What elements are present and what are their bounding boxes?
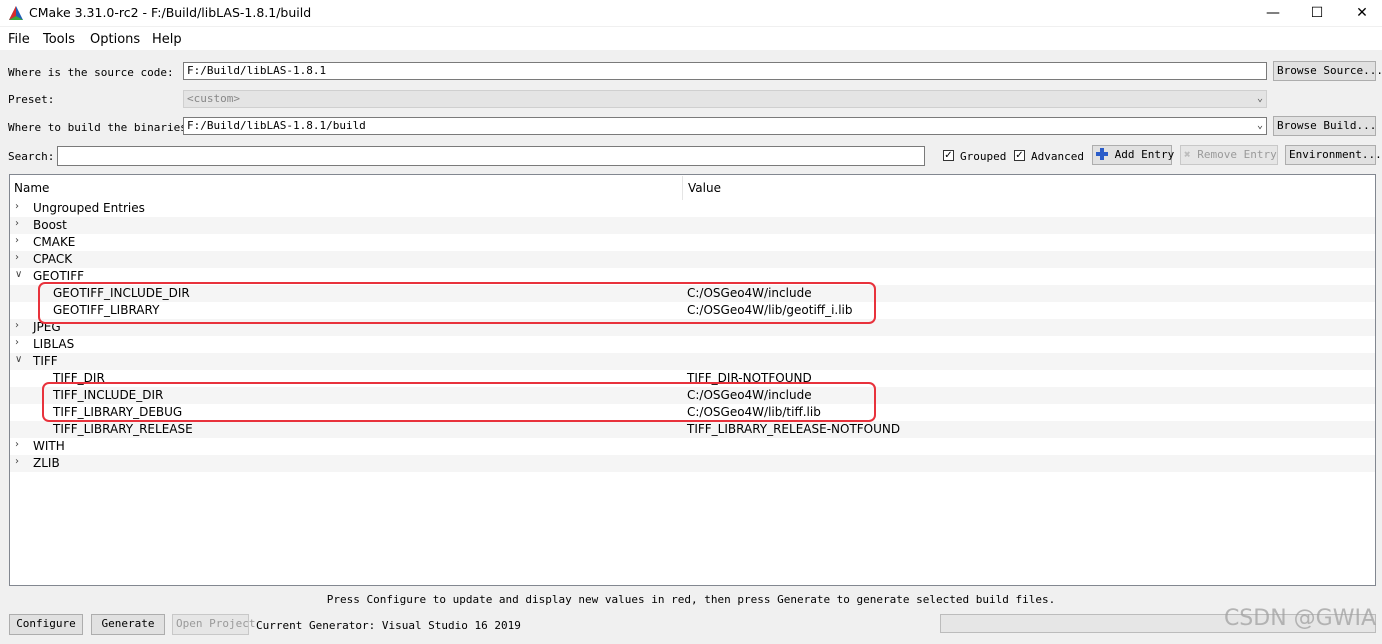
chevron-down-icon: ⌄ xyxy=(1256,93,1263,104)
tree-row-name: CMAKE xyxy=(33,235,76,249)
menu-options[interactable]: Options xyxy=(90,32,140,47)
tree-group-row[interactable]: › Ungrouped Entries xyxy=(10,200,1375,217)
tree-row-name: ZLIB xyxy=(33,456,60,470)
configure-button[interactable]: Configure xyxy=(9,614,83,635)
generate-button[interactable]: Generate xyxy=(91,614,165,635)
chevron-right-icon[interactable]: › xyxy=(15,320,25,331)
search-label: Search: xyxy=(8,150,55,163)
chevron-right-icon[interactable]: › xyxy=(15,439,25,450)
plus-icon xyxy=(1096,148,1108,160)
tree-row-name: CPACK xyxy=(33,252,73,266)
column-separator[interactable] xyxy=(682,176,683,200)
binaries-path-value: F:/Build/libLAS-1.8.1/build xyxy=(187,119,366,132)
source-label: Where is the source code: xyxy=(8,66,174,79)
tree-row-name: Boost xyxy=(33,218,67,232)
menu-bar xyxy=(0,27,1382,50)
maximize-button[interactable]: ☐ xyxy=(1294,0,1340,26)
chevron-down-icon[interactable]: ⌄ xyxy=(1257,118,1263,134)
tree-group-row[interactable]: › CMAKE xyxy=(10,234,1375,251)
advanced-checkbox[interactable]: ✓ xyxy=(1014,150,1025,161)
add-entry-label: Add Entry xyxy=(1114,148,1175,161)
tree-row-name: Ungrouped Entries xyxy=(33,201,145,215)
column-value-header[interactable]: Value xyxy=(688,181,721,195)
tree-group-row[interactable]: ∨ TIFF xyxy=(10,353,1375,370)
remove-entry-button: ✖ Remove Entry xyxy=(1180,145,1278,165)
tree-group-row[interactable]: › ZLIB xyxy=(10,455,1375,472)
browse-source-button[interactable]: Browse Source... xyxy=(1273,61,1382,81)
grouped-checkbox[interactable]: ✓ xyxy=(943,150,954,161)
tree-group-row[interactable]: › LIBLAS xyxy=(10,336,1375,353)
minimize-button[interactable]: — xyxy=(1250,0,1296,26)
tree-entry-row[interactable]: TIFF_LIBRARY_RELEASE TIFF_LIBRARY_RELEASE… xyxy=(10,421,1375,438)
menu-help[interactable]: Help xyxy=(152,32,182,47)
close-button[interactable]: ✕ xyxy=(1339,0,1382,26)
tree-row-name: GEOTIFF xyxy=(33,269,84,283)
menu-file[interactable]: File xyxy=(8,32,30,47)
chevron-right-icon[interactable]: › xyxy=(15,456,25,467)
tree-row-name: TIFF_LIBRARY_RELEASE xyxy=(53,422,193,436)
column-name-header[interactable]: Name xyxy=(14,181,49,195)
tree-row-name: WITH xyxy=(33,439,65,453)
tree-row-name: TIFF xyxy=(33,354,58,368)
highlight-box-geotiff xyxy=(38,282,876,324)
highlight-box-tiff xyxy=(42,382,876,422)
menu-tools[interactable]: Tools xyxy=(43,32,75,47)
preset-label: Preset: xyxy=(8,93,55,106)
source-path-input[interactable]: F:/Build/libLAS-1.8.1 xyxy=(183,62,1267,80)
chevron-right-icon[interactable]: › xyxy=(15,201,25,212)
chevron-right-icon[interactable]: › xyxy=(15,337,25,348)
preset-combo: <custom> ⌄ xyxy=(183,90,1267,108)
current-generator-text: Current Generator: Visual Studio 16 2019 xyxy=(256,619,521,632)
advanced-label: Advanced xyxy=(1031,150,1084,163)
remove-entry-label: Remove Entry xyxy=(1197,148,1277,161)
tree-row-name: LIBLAS xyxy=(33,337,75,351)
binaries-path-combo[interactable]: F:/Build/libLAS-1.8.1/build ⌄ xyxy=(183,117,1267,135)
binaries-label: Where to build the binaries: xyxy=(8,121,194,134)
open-project-button: Open Project xyxy=(172,614,255,635)
window-title: CMake 3.31.0-rc2 - F:/Build/libLAS-1.8.1… xyxy=(29,5,312,20)
search-input[interactable] xyxy=(57,146,925,166)
tree-group-row[interactable]: › Boost xyxy=(10,217,1375,234)
chevron-right-icon[interactable]: › xyxy=(15,252,25,263)
grouped-label: Grouped xyxy=(960,150,1007,163)
status-message: Press Configure to update and display ne… xyxy=(326,593,1056,606)
cmake-logo-icon xyxy=(9,6,23,20)
remove-icon: ✖ xyxy=(1184,148,1191,161)
tree-row-value[interactable]: TIFF_LIBRARY_RELEASE-NOTFOUND xyxy=(687,422,900,436)
browse-build-button[interactable]: Browse Build... xyxy=(1273,116,1376,136)
chevron-right-icon[interactable]: › xyxy=(15,235,25,246)
cache-tree[interactable]: Name Value › Ungrouped Entries › Boost › CMAK… xyxy=(9,174,1376,586)
chevron-down-icon[interactable]: ∨ xyxy=(15,354,25,365)
watermark: CSDN @GWIA xyxy=(1223,606,1376,631)
environment-button[interactable]: Environment... xyxy=(1285,145,1382,165)
chevron-down-icon[interactable]: ∨ xyxy=(15,269,25,280)
chevron-right-icon[interactable]: › xyxy=(15,218,25,229)
tree-header: Name Value xyxy=(10,175,1375,200)
preset-value: <custom> xyxy=(187,92,240,105)
add-entry-button[interactable]: Add Entry xyxy=(1092,145,1175,165)
tree-group-row[interactable]: › WITH xyxy=(10,438,1375,455)
tree-group-row[interactable]: › CPACK xyxy=(10,251,1375,268)
